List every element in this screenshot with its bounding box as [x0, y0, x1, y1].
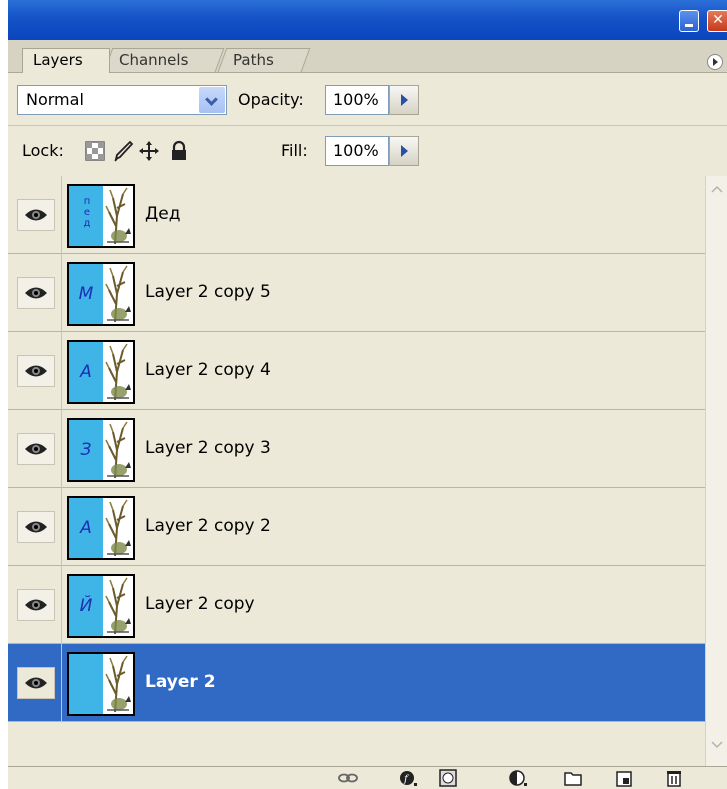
- layer-row[interactable]: М Layer 2 copy 5: [8, 254, 705, 332]
- tab-paths[interactable]: Paths: [217, 48, 311, 72]
- opacity-label: Opacity:: [238, 90, 304, 109]
- layer-style-icon[interactable]: f: [398, 769, 418, 787]
- layer-thumbnail[interactable]: [67, 652, 135, 716]
- eye-icon[interactable]: [17, 511, 55, 543]
- fill-label: Fill:: [281, 141, 308, 160]
- eye-icon[interactable]: [17, 199, 55, 231]
- thumbnail-letter: А: [80, 518, 92, 538]
- layer-thumbnail[interactable]: Й: [67, 574, 135, 638]
- eye-icon[interactable]: [17, 667, 55, 699]
- scroll-up-icon[interactable]: [708, 180, 726, 198]
- layer-mask-icon[interactable]: [438, 769, 458, 787]
- row-divider: [61, 410, 62, 488]
- layers-list: п е д Дед М Layer 2 copy 5 А Layer 2 copy 4 З L…: [8, 176, 705, 766]
- thumbnail-fill: [69, 654, 103, 714]
- row-divider: [61, 332, 62, 410]
- blend-row: Normal Opacity: 100%: [8, 73, 727, 126]
- layers-toolbar: f: [8, 766, 727, 789]
- close-icon[interactable]: ✕: [707, 10, 727, 32]
- layer-row[interactable]: Layer 2: [8, 644, 705, 722]
- title-bar: ✕: [8, 0, 727, 40]
- lock-label: Lock:: [22, 141, 64, 160]
- layer-thumbnail[interactable]: З: [67, 418, 135, 482]
- chevron-down-icon[interactable]: [199, 87, 225, 113]
- blend-mode-select[interactable]: Normal: [17, 85, 227, 115]
- fill-field[interactable]: 100%: [325, 136, 389, 166]
- thumbnail-letter: А: [80, 362, 92, 382]
- tab-bar: Paths Channels Layers: [8, 40, 727, 73]
- eye-icon[interactable]: [17, 589, 55, 621]
- row-divider: [61, 254, 62, 332]
- panel-menu-icon[interactable]: [707, 54, 723, 70]
- layer-name[interactable]: Layer 2 copy 2: [145, 515, 271, 537]
- layer-name[interactable]: Layer 2 copy 4: [145, 359, 271, 381]
- layer-row[interactable]: З Layer 2 copy 3: [8, 410, 705, 488]
- new-group-icon[interactable]: [563, 769, 583, 787]
- layers-panel: ✕ Paths Channels Layers Normal Opacity: …: [8, 0, 727, 789]
- layer-name[interactable]: Layer 2 copy: [145, 593, 255, 615]
- layer-row[interactable]: п е д Дед: [8, 176, 705, 254]
- thumbnail-letters: п е д: [83, 196, 91, 229]
- row-divider: [61, 488, 62, 566]
- layer-row[interactable]: А Layer 2 copy 4: [8, 332, 705, 410]
- row-divider: [61, 644, 62, 722]
- layer-name[interactable]: Layer 2: [145, 671, 216, 693]
- lock-row: Lock: Fill: 100%: [8, 126, 727, 177]
- layer-name[interactable]: Layer 2 copy 3: [145, 437, 271, 459]
- row-divider: [61, 176, 62, 254]
- thumbnail-letter: З: [80, 440, 92, 460]
- lock-image-icon[interactable]: [112, 140, 134, 162]
- layer-row[interactable]: Й Layer 2 copy: [8, 566, 705, 644]
- scrollbar[interactable]: [705, 176, 727, 766]
- minimize-icon[interactable]: [679, 10, 699, 32]
- layer-name[interactable]: Layer 2 copy 5: [145, 281, 271, 303]
- layer-thumbnail[interactable]: п е д: [67, 184, 135, 248]
- new-layer-icon[interactable]: [614, 769, 634, 787]
- opacity-slider-button[interactable]: [389, 85, 419, 115]
- link-layers-icon[interactable]: [338, 769, 358, 787]
- lock-all-icon[interactable]: [168, 140, 190, 162]
- row-divider: [61, 566, 62, 644]
- lock-transparent-icon[interactable]: [84, 140, 106, 162]
- fill-slider-button[interactable]: [389, 136, 419, 166]
- thumbnail-letter: Й: [79, 596, 93, 616]
- layer-thumbnail[interactable]: М: [67, 262, 135, 326]
- lock-position-icon[interactable]: [138, 140, 160, 162]
- blend-mode-value: Normal: [26, 90, 84, 109]
- scroll-down-icon[interactable]: [708, 736, 726, 754]
- layer-thumbnail[interactable]: А: [67, 340, 135, 404]
- thumbnail-letter: М: [78, 284, 94, 304]
- adjustment-layer-icon[interactable]: [508, 769, 528, 787]
- layer-row[interactable]: А Layer 2 copy 2: [8, 488, 705, 566]
- eye-icon[interactable]: [17, 433, 55, 465]
- layer-name[interactable]: Дед: [145, 203, 181, 225]
- eye-icon[interactable]: [17, 277, 55, 309]
- layer-thumbnail[interactable]: А: [67, 496, 135, 560]
- tab-layers[interactable]: Layers: [22, 48, 110, 73]
- eye-icon[interactable]: [17, 355, 55, 387]
- tab-channels[interactable]: Channels: [103, 48, 225, 72]
- opacity-field[interactable]: 100%: [325, 85, 389, 115]
- delete-layer-icon[interactable]: [664, 769, 684, 787]
